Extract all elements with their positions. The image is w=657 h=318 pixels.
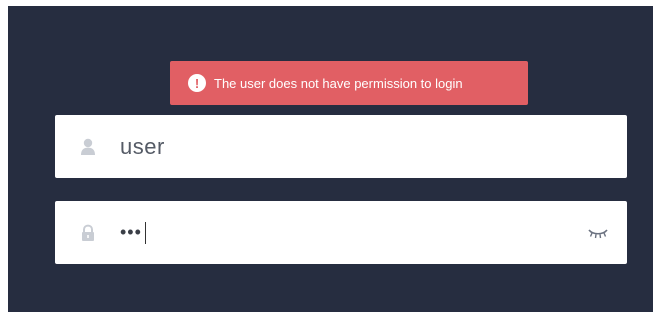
user-icon — [79, 138, 97, 156]
username-field[interactable]: user — [55, 115, 627, 178]
eye-closed-icon[interactable] — [587, 227, 609, 239]
exclamation-circle-icon: ! — [188, 74, 206, 92]
lock-icon — [79, 224, 97, 242]
password-field[interactable]: ••• — [55, 201, 627, 264]
text-caret — [144, 221, 146, 244]
password-input[interactable]: ••• — [120, 221, 146, 244]
username-input[interactable]: user — [120, 134, 165, 160]
error-alert-message: The user does not have permission to log… — [214, 75, 463, 91]
password-masked-value: ••• — [120, 222, 142, 242]
error-alert: ! The user does not have permission to l… — [170, 61, 528, 105]
